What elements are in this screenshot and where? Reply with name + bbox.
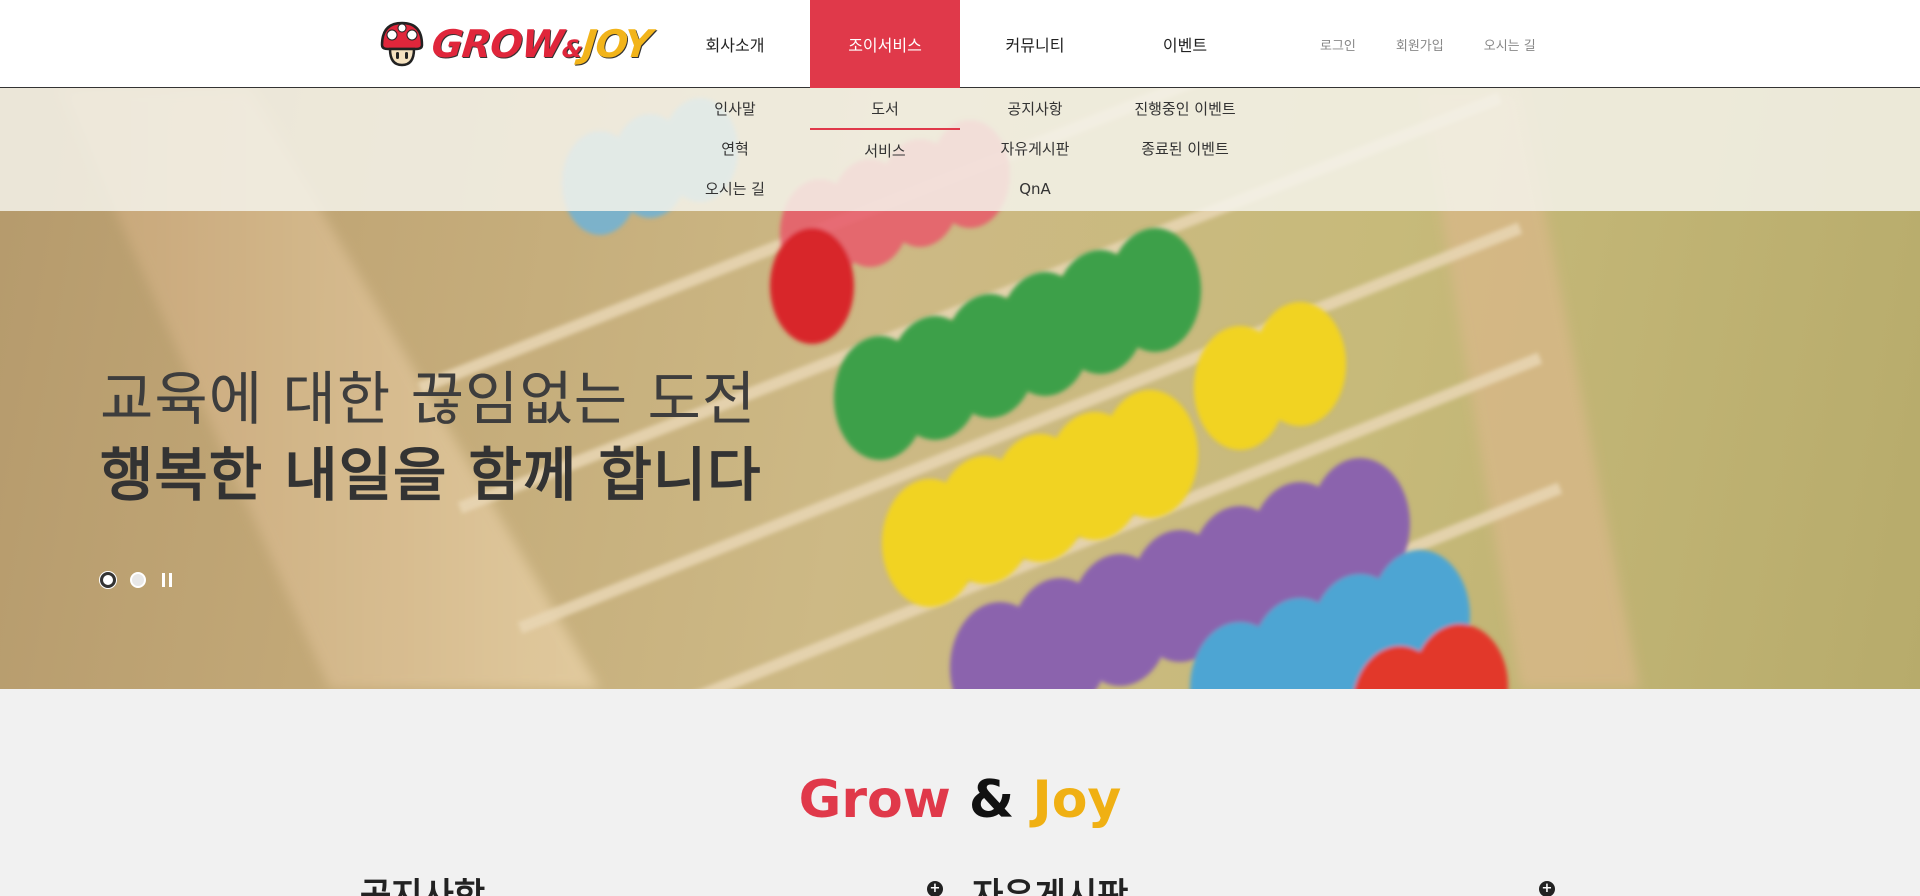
- submenu-item-history[interactable]: 연혁: [721, 128, 749, 168]
- submenu-item-directions[interactable]: 오시는 길: [705, 168, 765, 208]
- submenu-item-notice[interactable]: 공지사항: [1007, 88, 1062, 128]
- submenu-item-qna[interactable]: QnA: [1019, 168, 1051, 208]
- nav-item-community[interactable]: 커뮤니티: [960, 0, 1110, 88]
- brand-amp: &: [968, 770, 1015, 830]
- free-board-more-button[interactable]: +: [1539, 881, 1555, 896]
- mushroom-icon: [380, 21, 424, 67]
- logo-grow: GROW: [429, 22, 565, 66]
- nav-item-joy-service[interactable]: 조이서비스: [810, 0, 960, 88]
- submenu-item-books[interactable]: 도서: [810, 88, 960, 130]
- hero-copy: 교육에 대한 끊임없는 도전 행복한 내일을 함께 합니다: [100, 363, 762, 515]
- slide-dot-1[interactable]: [100, 572, 116, 588]
- logo-wordmark: GROW&JOY: [429, 22, 654, 66]
- submenu-item-ended-event[interactable]: 종료된 이벤트: [1141, 128, 1229, 168]
- site-header: GROW&JOY 회사소개 조이서비스 커뮤니티 이벤트 로그인 회원가입 오시…: [0, 0, 1920, 88]
- signup-link[interactable]: 회원가입: [1396, 35, 1444, 54]
- directions-link[interactable]: 오시는 길: [1484, 35, 1536, 54]
- mega-submenu: 인사말 연혁 오시는 길 도서 서비스 공지사항 자유게시판 QnA 진행중인 …: [0, 88, 1920, 211]
- brand-joy: Joy: [1032, 770, 1122, 830]
- free-board-title: 자유게시판: [972, 876, 1129, 896]
- submenu-col-event: 진행중인 이벤트 종료된 이벤트: [1110, 88, 1260, 168]
- pause-icon[interactable]: [160, 573, 174, 587]
- hero-headline-1: 교육에 대한 끊임없는 도전: [100, 365, 757, 433]
- submenu-col-joy-service: 도서 서비스: [810, 88, 960, 170]
- login-link[interactable]: 로그인: [1320, 35, 1356, 54]
- main-nav: 회사소개 조이서비스 커뮤니티 이벤트: [660, 0, 1260, 88]
- submenu-item-free-board[interactable]: 자유게시판: [1000, 128, 1069, 168]
- submenu-item-service[interactable]: 서비스: [864, 130, 905, 170]
- notice-board-title: 공지사항: [360, 876, 486, 896]
- hero-headline-2: 행복한 내일을 함께 합니다: [100, 441, 762, 509]
- brand-grow: Grow: [798, 770, 951, 830]
- util-nav: 로그인 회원가입 오시는 길: [1320, 0, 1536, 88]
- notice-more-button[interactable]: +: [927, 881, 943, 896]
- logo-joy: JOY: [580, 22, 654, 66]
- submenu-col-company: 인사말 연혁 오시는 길: [660, 88, 810, 208]
- nav-item-event[interactable]: 이벤트: [1110, 0, 1260, 88]
- slide-dot-2[interactable]: [130, 572, 146, 588]
- submenu-item-ongoing-event[interactable]: 진행중인 이벤트: [1134, 88, 1235, 128]
- section-brand-title: Grow & Joy: [0, 770, 1920, 830]
- nav-item-company[interactable]: 회사소개: [660, 0, 810, 88]
- submenu-item-greeting[interactable]: 인사말: [714, 88, 755, 128]
- logo[interactable]: GROW&JOY: [378, 18, 654, 70]
- submenu-col-community: 공지사항 자유게시판 QnA: [960, 88, 1110, 208]
- slider-controls: [100, 572, 174, 588]
